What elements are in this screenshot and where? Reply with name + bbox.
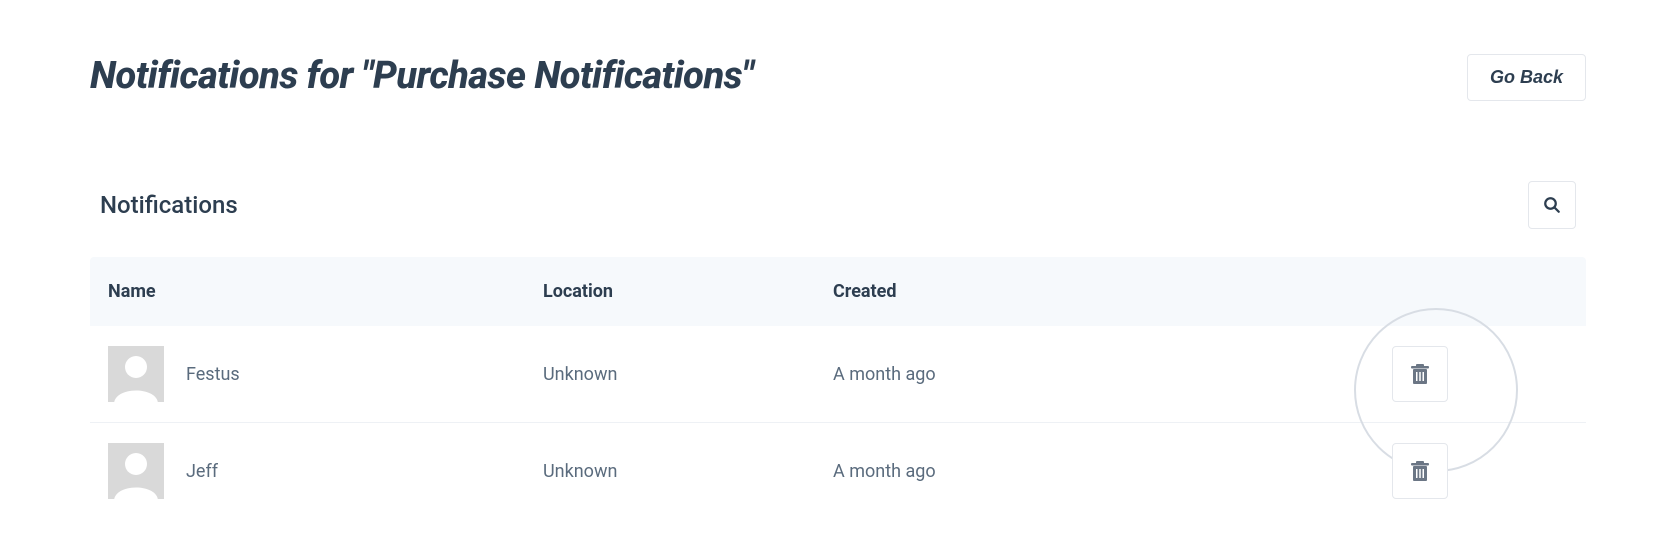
- column-header-created: Created: [833, 281, 1213, 302]
- section-title: Notifications: [100, 191, 238, 219]
- search-button[interactable]: [1528, 181, 1576, 229]
- column-header-name: Name: [108, 281, 543, 302]
- row-location: Unknown: [543, 364, 833, 385]
- trash-icon: [1411, 461, 1429, 481]
- table-row: Festus Unknown A month ago: [90, 326, 1586, 423]
- row-created: A month ago: [833, 461, 1213, 482]
- row-name: Festus: [186, 364, 240, 385]
- table-row: Jeff Unknown A month ago: [90, 423, 1586, 519]
- avatar: [108, 346, 164, 402]
- row-created: A month ago: [833, 364, 1213, 385]
- avatar: [108, 443, 164, 499]
- page-header: Notifications for "Purchase Notification…: [90, 54, 1586, 101]
- row-location: Unknown: [543, 461, 833, 482]
- go-back-button[interactable]: Go Back: [1467, 54, 1586, 101]
- section-header: Notifications: [90, 181, 1586, 257]
- row-name: Jeff: [186, 461, 218, 482]
- table-header-row: Name Location Created: [90, 257, 1586, 326]
- column-header-location: Location: [543, 281, 833, 302]
- page-title: Notifications for "Purchase Notification…: [90, 54, 753, 98]
- delete-button[interactable]: [1392, 346, 1448, 402]
- delete-button[interactable]: [1392, 443, 1448, 499]
- notifications-table: Name Location Created Festus Unknown A m…: [90, 257, 1586, 519]
- column-header-actions: [1213, 281, 1568, 302]
- search-icon: [1543, 196, 1561, 214]
- trash-icon: [1411, 364, 1429, 384]
